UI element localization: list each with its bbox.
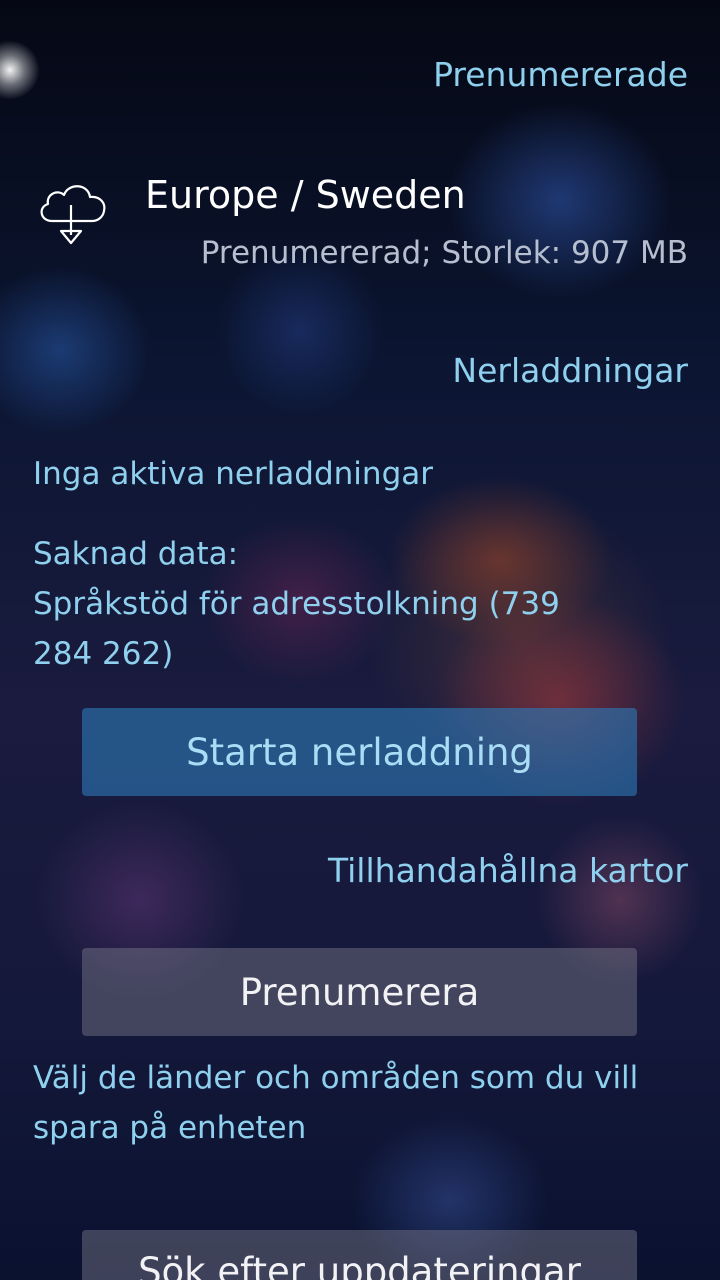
section-header-subscribed: Prenumererade: [433, 55, 688, 94]
missing-data-item: Språkstöd för adresstolkning (739 284 26…: [33, 586, 560, 672]
missing-data-block: Saknad data: Språkstöd för adresstolknin…: [33, 529, 688, 679]
subscribed-item-europe-sweden[interactable]: Europe / Sweden Prenumererad; Storlek: 9…: [0, 165, 720, 285]
cloud-download-icon: [40, 185, 106, 245]
section-header-downloads: Nerladdningar: [452, 351, 688, 390]
downloads-status-text: Inga aktiva nerladdningar: [33, 456, 433, 492]
check-updates-button[interactable]: Sök efter uppdateringar: [82, 1230, 637, 1280]
start-download-button[interactable]: Starta nerladdning: [82, 708, 637, 796]
map-downloads-page: Prenumererade Europe / Sweden Prenumerer…: [0, 0, 720, 1280]
missing-data-label: Saknad data:: [33, 536, 239, 572]
item-subtitle: Prenumererad; Storlek: 907 MB: [200, 235, 688, 271]
item-title: Europe / Sweden: [145, 173, 466, 217]
provided-maps-description: Välj de länder och områden som du vill s…: [33, 1060, 639, 1146]
subscribe-button[interactable]: Prenumerera: [82, 948, 637, 1036]
section-header-provided-maps: Tillhandahållna kartor: [328, 851, 688, 890]
